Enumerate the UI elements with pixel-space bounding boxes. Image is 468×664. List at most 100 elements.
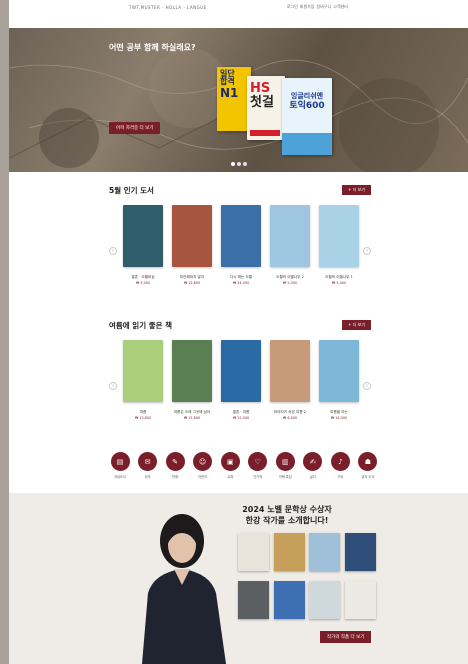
book-price: ₩ 12,000 bbox=[232, 416, 250, 421]
category-icon[interactable]: ✉ bbox=[138, 452, 158, 471]
book-title[interactable]: 결혼 · 여름 bbox=[221, 410, 261, 414]
brand-logo[interactable]: TWT.MUSTER · HOLLA - LANGUE bbox=[129, 5, 207, 10]
book-card[interactable]: 여름은 오래 그곳에 남아 ₩ 15,800 bbox=[172, 340, 212, 420]
more-button[interactable]: + 더 보기 bbox=[342, 320, 371, 330]
book-cover[interactable] bbox=[270, 340, 310, 402]
category-label: 국내도서 bbox=[114, 475, 126, 479]
section-title: 5월 인기 도서 bbox=[109, 185, 154, 195]
category-6[interactable]: ▥ 이북 특집 bbox=[274, 452, 296, 479]
support-link[interactable]: 고객센터 bbox=[333, 4, 348, 10]
category-icon[interactable]: ♡ bbox=[248, 452, 268, 471]
book-card[interactable]: 오월의 이별나무 1 ₩ 5,000 bbox=[319, 205, 359, 285]
book-cover[interactable] bbox=[270, 205, 310, 267]
book-price: ₩ 6,000 bbox=[282, 416, 298, 421]
category-icon[interactable]: ▣ bbox=[220, 452, 240, 471]
popular-books-section: 5월 인기 도서 + 더 보기 ‹ › 결혼 · 오월비상 ₩ 5,000 미안해하… bbox=[109, 184, 371, 285]
book-price: ₩ 5,000 bbox=[135, 281, 151, 286]
more-button[interactable]: + 더 보기 bbox=[342, 185, 371, 195]
next-arrow-icon[interactable]: › bbox=[363, 382, 371, 390]
nobel-book[interactable] bbox=[274, 581, 305, 619]
book-title[interactable]: 결혼 · 오월비상 bbox=[123, 275, 163, 279]
book-card[interactable]: 여름 ₩ 13,800 bbox=[123, 340, 163, 420]
nobel-book[interactable] bbox=[274, 533, 305, 571]
hero-dot[interactable] bbox=[237, 162, 241, 166]
category-0[interactable]: ▤ 국내도서 bbox=[109, 452, 131, 479]
signup-link[interactable]: 회원가입 bbox=[300, 4, 315, 10]
category-7[interactable]: ✍ 글자 bbox=[302, 452, 324, 479]
hero-pagination bbox=[231, 162, 247, 166]
book-title[interactable]: 여름을 여는 bbox=[319, 410, 359, 414]
hero-more-button[interactable]: 어학 자격증 더 보기 bbox=[109, 122, 161, 134]
book-card[interactable]: 다시 떠는 오월 ₩ 14,000 bbox=[221, 205, 261, 285]
book-card[interactable]: 오월의 이별나무 2 ₩ 5,000 bbox=[270, 205, 310, 285]
author-books-button[interactable]: 작가의 작품 더 보기 bbox=[320, 631, 372, 643]
category-icon[interactable]: ♪ bbox=[330, 452, 350, 471]
book-carousel: ‹ › 결혼 · 오월비상 ₩ 5,000 미안해하지 말자 ₩ 15,800 다시 떠… bbox=[109, 205, 371, 285]
category-1[interactable]: ✉ 외국 bbox=[137, 452, 159, 479]
book-title[interactable]: 미야자키 속은 여름 2 bbox=[270, 410, 310, 414]
nobel-book[interactable] bbox=[345, 581, 376, 619]
category-icon[interactable]: ☗ bbox=[358, 452, 378, 471]
category-3[interactable]: ☺ 어린이 bbox=[192, 452, 214, 479]
book-cover[interactable] bbox=[221, 340, 261, 402]
book-cover[interactable] bbox=[319, 205, 359, 267]
nobel-book[interactable] bbox=[238, 533, 269, 571]
category-label: 글자 bbox=[309, 475, 316, 479]
book-title[interactable]: 오월의 이별나무 1 bbox=[319, 275, 359, 279]
book-price: ₩ 15,800 bbox=[183, 281, 201, 286]
book-cover[interactable] bbox=[123, 340, 163, 402]
book-card[interactable]: 미야자키 속은 여름 2 ₩ 6,000 bbox=[270, 340, 310, 420]
prev-arrow-icon[interactable]: ‹ bbox=[109, 382, 117, 390]
book-cover[interactable] bbox=[221, 205, 261, 267]
category-icon[interactable]: ▤ bbox=[110, 452, 130, 471]
book3-line2: 토익600 bbox=[289, 100, 325, 111]
category-5[interactable]: ♡ 인기작 bbox=[247, 452, 269, 479]
top-bar: TWT.MUSTER · HOLLA - LANGUE 로그인 회원가입 장바구… bbox=[9, 0, 468, 14]
book-card[interactable]: 결혼 · 여름 ₩ 12,000 bbox=[221, 340, 261, 420]
book-cover[interactable] bbox=[172, 340, 212, 402]
cart-link[interactable]: 장바구니 bbox=[317, 4, 332, 10]
hero-book-toeic[interactable]: 잉글리쉬앤 토익600 bbox=[282, 78, 332, 155]
nobel-book[interactable] bbox=[309, 581, 340, 619]
book3-line1: 잉글리쉬앤 bbox=[290, 92, 324, 100]
book-title[interactable]: 오월의 이별나무 2 bbox=[270, 275, 310, 279]
category-label: 교재 bbox=[227, 475, 234, 479]
hero-dot[interactable] bbox=[231, 162, 235, 166]
book-title[interactable]: 미안해하지 말자 bbox=[172, 275, 212, 279]
next-arrow-icon[interactable]: › bbox=[363, 247, 371, 255]
hero-dot[interactable] bbox=[243, 162, 247, 166]
book-cover[interactable] bbox=[123, 205, 163, 267]
nobel-book[interactable] bbox=[345, 533, 376, 571]
hero-book-hsk[interactable]: HS 첫걸 bbox=[247, 76, 285, 140]
book-title[interactable]: 여름 bbox=[123, 410, 163, 414]
category-icon[interactable]: ✍ bbox=[303, 452, 323, 471]
category-icon[interactable]: ☺ bbox=[193, 452, 213, 471]
hero-book-jlpt[interactable]: 일단 합격 N1 bbox=[217, 67, 251, 131]
nobel-book[interactable] bbox=[309, 533, 340, 571]
nobel-book[interactable] bbox=[238, 581, 269, 619]
book2-line1: HS bbox=[250, 81, 271, 96]
category-8[interactable]: ♪ 가요 bbox=[329, 452, 351, 479]
book-card[interactable]: 여름을 여는 ₩ 14,000 bbox=[319, 340, 359, 420]
prev-arrow-icon[interactable]: ‹ bbox=[109, 247, 117, 255]
book-cover[interactable] bbox=[319, 340, 359, 402]
category-2[interactable]: ✎ 만화 bbox=[164, 452, 186, 479]
book-card[interactable]: 결혼 · 오월비상 ₩ 5,000 bbox=[123, 205, 163, 285]
summer-books-section: 여름에 읽기 좋은 책 + 더 보기 ‹ › 여름 ₩ 13,800 여름은 오래 … bbox=[109, 319, 371, 420]
category-icon[interactable]: ✎ bbox=[165, 452, 185, 471]
category-icon[interactable]: ▥ bbox=[275, 452, 295, 471]
book1-line3: N1 bbox=[220, 85, 239, 100]
book-title[interactable]: 다시 떠는 오월 bbox=[221, 275, 261, 279]
category-4[interactable]: ▣ 교재 bbox=[219, 452, 241, 479]
book-cover[interactable] bbox=[172, 205, 212, 267]
nobel-section: 2024 노벨 문학상 수상자 한강 작가를 소개합니다! 작가의 작품 더 보… bbox=[9, 493, 468, 664]
top-links: 로그인 회원가입 장바구니 고객센터 bbox=[287, 4, 348, 10]
nobel-title-line2: 한강 작가를 소개합니다! bbox=[245, 515, 329, 525]
category-label: 어린이 bbox=[198, 475, 208, 479]
book-card[interactable]: 미안해하지 말자 ₩ 15,800 bbox=[172, 205, 212, 285]
hero-banner[interactable]: 어떤 공부 함께 하실래요? 어학 자격증 더 보기 일단 합격 N1 HS 첫… bbox=[9, 28, 468, 172]
book-title[interactable]: 여름은 오래 그곳에 남아 bbox=[172, 410, 212, 414]
login-link[interactable]: 로그인 bbox=[287, 4, 298, 10]
nobel-title: 2024 노벨 문학상 수상자 한강 작가를 소개합니다! bbox=[232, 505, 342, 527]
category-9[interactable]: ☗ 공지 도서 bbox=[357, 452, 379, 479]
